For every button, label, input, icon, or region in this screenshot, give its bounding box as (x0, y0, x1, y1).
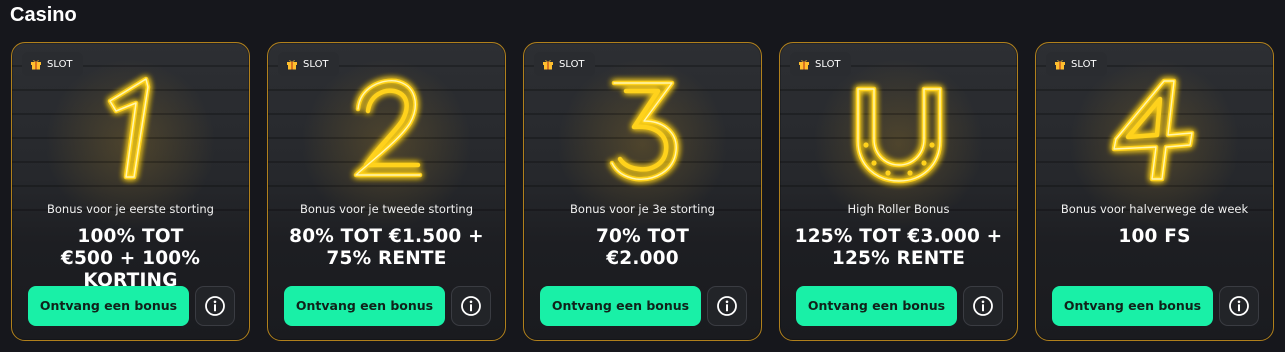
info-button[interactable] (1219, 286, 1259, 326)
info-icon (205, 296, 225, 316)
slot-badge: SLOT (790, 52, 851, 76)
headline-line: 100 FS (1118, 226, 1191, 247)
headline-line: 125% RENTE (831, 248, 966, 269)
neon-three-icon (609, 80, 678, 182)
bonus-subtitle: Bonus voor je eerste storting (46, 202, 214, 216)
neon-one-icon (107, 76, 150, 180)
gift-icon (799, 60, 809, 70)
info-icon (1229, 296, 1249, 316)
bonus-headline: 100 FS (1046, 226, 1263, 248)
bonus-subtitle: Bonus voor je 3e storting (570, 202, 715, 216)
slot-badge: SLOT (22, 52, 83, 76)
claim-bonus-button[interactable]: Ontvang een bonus (1052, 286, 1213, 326)
bonus-headline: 100% TOT €500 + 100% KORTING (22, 226, 239, 292)
bonus-card-high-roller: SLOT High Roller Bonus 125% TOT €3.000 +… (779, 42, 1018, 341)
info-icon (461, 296, 481, 316)
bonus-subtitle: Bonus voor je tweede storting (300, 202, 473, 216)
headline-line: €2.000 (606, 248, 679, 269)
claim-bonus-button[interactable]: Ontvang een bonus (796, 286, 957, 326)
bonus-card-third-deposit: SLOT Bonus voor je 3e storting 70% TOT €… (523, 42, 762, 341)
info-button[interactable] (963, 286, 1003, 326)
badge-label: SLOT (1071, 58, 1097, 70)
badge-label: SLOT (559, 58, 585, 70)
bonus-card-midweek: SLOT Bonus voor halverwege de week 100 F… (1035, 42, 1274, 341)
info-button[interactable] (195, 286, 235, 326)
badge-label: SLOT (47, 58, 73, 70)
slot-badge: SLOT (278, 52, 339, 76)
bonus-subtitle: High Roller Bonus (847, 202, 950, 216)
bonus-card-list: SLOT Bonus voor je eerste storting 100% … (11, 42, 1274, 341)
bonus-headline: 80% TOT €1.500 + 75% RENTE (278, 226, 495, 270)
headline-line: 70% TOT (595, 226, 690, 247)
neon-four-icon (1111, 78, 1194, 182)
headline-line: 75% RENTE (326, 248, 447, 269)
neon-horseshoe-icon (855, 86, 942, 184)
gift-icon (287, 60, 297, 70)
bonus-headline: 125% TOT €3.000 + 125% RENTE (790, 226, 1007, 270)
badge-label: SLOT (303, 58, 329, 70)
neon-two-icon (353, 78, 422, 178)
slot-badge: SLOT (1046, 52, 1107, 76)
bonus-headline: 70% TOT €2.000 (534, 226, 751, 270)
claim-bonus-button[interactable]: Ontvang een bonus (284, 286, 445, 326)
gift-icon (1055, 60, 1065, 70)
info-button[interactable] (707, 286, 747, 326)
info-icon (717, 296, 737, 316)
badge-label: SLOT (815, 58, 841, 70)
gift-icon (543, 60, 553, 70)
info-button[interactable] (451, 286, 491, 326)
slot-badge: SLOT (534, 52, 595, 76)
claim-bonus-button[interactable]: Ontvang een bonus (28, 286, 189, 326)
headline-line: 125% TOT €3.000 + (794, 226, 1003, 247)
bonus-card-second-deposit: SLOT Bonus voor je tweede storting 80% T… (267, 42, 506, 341)
bonus-subtitle: Bonus voor halverwege de week (1060, 202, 1249, 216)
section-title: Casino (10, 4, 77, 26)
gift-icon (31, 60, 41, 70)
claim-bonus-button[interactable]: Ontvang een bonus (540, 286, 701, 326)
bonus-card-first-deposit: SLOT Bonus voor je eerste storting 100% … (11, 42, 250, 341)
headline-line: 80% TOT €1.500 + (289, 226, 484, 247)
headline-line: 100% TOT (77, 226, 184, 247)
headline-line: €500 + 100% (60, 248, 201, 269)
info-icon (973, 296, 993, 316)
